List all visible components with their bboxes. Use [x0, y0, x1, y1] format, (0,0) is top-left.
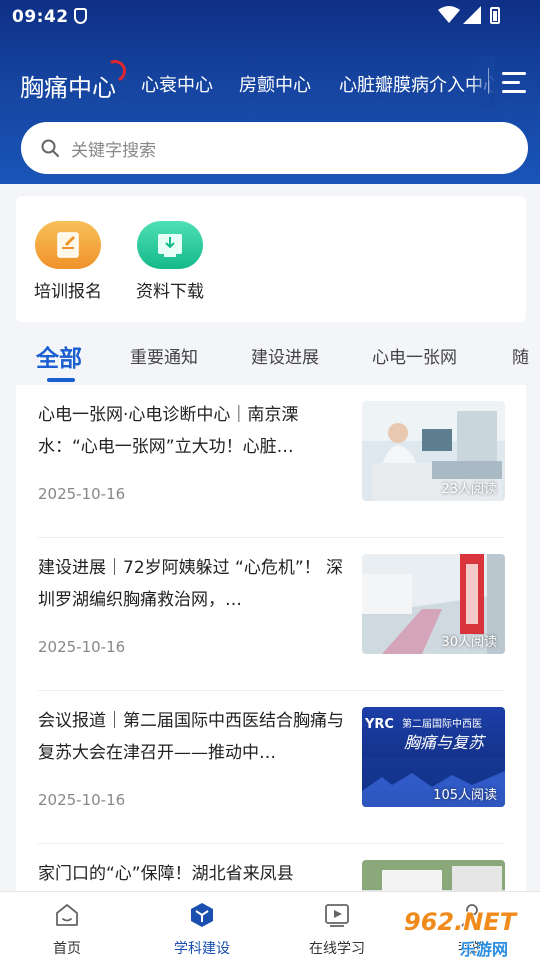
signal-icon — [463, 6, 481, 24]
news-date: 2025-10-16 — [38, 638, 126, 656]
materials-download-button[interactable]: 资料下载 — [125, 221, 215, 302]
app-header: 09:42 胸痛中心 心衰中心 房颤中心 心脏瓣膜病介入中心 关键字搜索 — [0, 0, 540, 184]
category-tabs: 全部 重要通知 建设进展 心电一张网 随 — [0, 330, 540, 385]
center-tabs: 胸痛中心 心衰中心 房颤中心 心脏瓣膜病介入中心 — [0, 56, 495, 108]
thumbnail-caption: YRC — [365, 717, 394, 732]
tab-more[interactable]: 随 — [512, 343, 529, 368]
news-thumbnail: 23人阅读 — [362, 401, 505, 501]
nav-label: 首页 — [53, 941, 81, 957]
tab-heart-failure-center[interactable]: 心衰中心 — [141, 71, 213, 97]
quick-actions-card: 培训报名 资料下载 — [16, 196, 526, 322]
status-bar: 09:42 — [0, 0, 540, 34]
news-thumbnail: 30人阅读 — [362, 554, 505, 654]
tab-chest-pain-center[interactable]: 胸痛中心 — [20, 56, 130, 103]
news-date: 2025-10-16 — [38, 485, 126, 503]
quick-action-label: 资料下载 — [136, 282, 204, 302]
tab-ecg-network[interactable]: 心电一张网 — [372, 343, 457, 368]
list-item[interactable]: 会议报道｜第二届国际中西医结合胸痛与复苏大会在津召开——推动中… 2025-10… — [38, 691, 505, 844]
tabs-fade — [470, 56, 495, 108]
search-bar[interactable]: 关键字搜索 — [21, 122, 528, 174]
download-icon — [137, 221, 203, 269]
nav-online-learning[interactable]: 在线学习 — [292, 902, 382, 958]
quick-action-label: 培训报名 — [34, 282, 102, 302]
list-item[interactable]: 家门口的“心”保障！湖北省来凤县 — [38, 844, 505, 891]
wifi-icon — [438, 6, 460, 23]
news-date: 2025-10-16 — [38, 791, 126, 809]
tab-all[interactable]: 全部 — [36, 339, 82, 373]
list-item[interactable]: 心电一张网·心电诊断中心｜南京溧水：“心电一张网”立大功！心脏… 2025-10… — [38, 385, 505, 538]
read-count: 23人阅读 — [441, 482, 497, 497]
news-title: 家门口的“心”保障！湖北省来凤县 — [38, 864, 294, 884]
news-thumbnail — [362, 860, 505, 891]
search-input[interactable]: 关键字搜索 — [71, 136, 156, 161]
discipline-icon — [191, 903, 213, 927]
search-icon — [41, 139, 59, 157]
nav-discipline[interactable]: 学科建设 — [157, 902, 247, 958]
video-play-icon — [325, 904, 349, 927]
news-title: 建设进展｜72岁阿姨躲过 “心危机”！ 深圳罗湖编织胸痛救治网，… — [38, 558, 344, 610]
tab-atrial-fibrillation-center[interactable]: 房颤中心 — [239, 71, 311, 97]
tab-important-notices[interactable]: 重要通知 — [130, 343, 198, 368]
active-tab-indicator — [47, 378, 75, 382]
read-count: 105人阅读 — [433, 788, 497, 803]
news-title: 心电一张网·心电诊断中心｜南京溧水：“心电一张网”立大功！心脏… — [38, 405, 299, 457]
thumbnail-caption: 第二届国际中西医 — [402, 719, 482, 730]
news-thumbnail: YRC 第二届国际中西医 胸痛与复苏 105人阅读 — [362, 707, 505, 807]
nav-label: 在线学习 — [309, 941, 365, 957]
tab-construction-progress[interactable]: 建设进展 — [251, 343, 319, 368]
site-watermark-logo: 962.NET 乐游网 — [400, 908, 536, 959]
status-time: 09:42 — [12, 7, 69, 27]
list-item[interactable]: 建设进展｜72岁阿姨躲过 “心危机”！ 深圳罗湖编织胸痛救治网，… 2025-1… — [38, 538, 505, 691]
watermark-subtext: 乐游网 — [460, 940, 509, 959]
read-count: 30人阅读 — [441, 635, 497, 650]
watermark-text: 962.NET — [404, 908, 517, 936]
home-icon — [56, 904, 78, 926]
tabs-divider — [488, 68, 489, 94]
battery-icon — [490, 7, 500, 24]
edit-document-icon — [35, 221, 101, 269]
nav-label: 学科建设 — [174, 941, 230, 957]
tab-label: 胸痛中心 — [20, 74, 116, 102]
nav-home[interactable]: 首页 — [22, 902, 112, 958]
news-list: 心电一张网·心电诊断中心｜南京溧水：“心电一张网”立大功！心脏… 2025-10… — [16, 385, 526, 891]
news-title: 会议报道｜第二届国际中西医结合胸痛与复苏大会在津召开——推动中… — [38, 711, 344, 763]
training-signup-button[interactable]: 培训报名 — [23, 221, 113, 302]
thumbnail-caption: 胸痛与复苏 — [404, 733, 485, 752]
menu-icon[interactable] — [502, 72, 526, 94]
shield-icon — [74, 8, 87, 24]
